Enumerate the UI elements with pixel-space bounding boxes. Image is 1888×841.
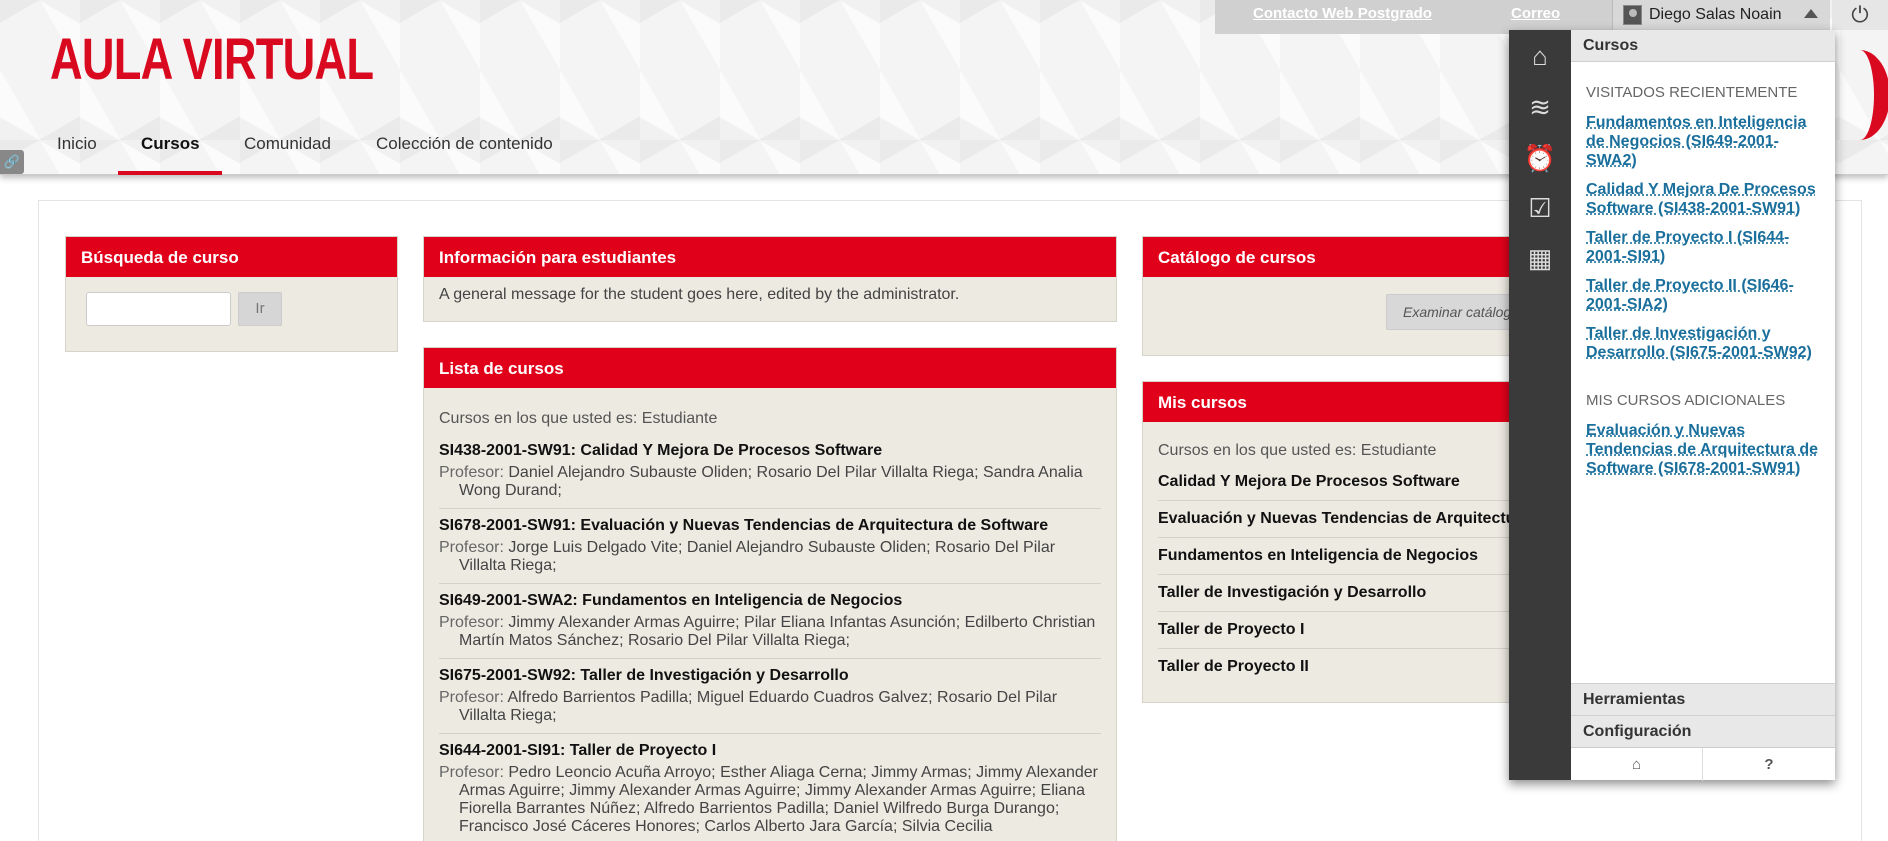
info-message: A general message for the student goes h… <box>439 286 960 303</box>
role-text: Cursos en los que usted es: Estudiante <box>1158 442 1437 459</box>
module-title: Búsqueda de curso <box>66 237 397 277</box>
module-title: Catálogo de cursos <box>1143 237 1561 277</box>
recent-course-link[interactable]: Taller de Proyecto II (SI646-2001-SIA2) <box>1571 276 1835 314</box>
recent-section-label: VISITADOS RECIENTEMENTE <box>1586 84 1798 101</box>
avatar <box>1623 5 1642 25</box>
additional-section-label: MIS CURSOS ADICIONALES <box>1586 392 1786 409</box>
module-title: Mis cursos <box>1143 382 1561 422</box>
institution-icon[interactable]: ⌂ <box>1571 748 1703 781</box>
partial-red-logo <box>1830 50 1888 140</box>
activity-stream-icon[interactable]: ≋ <box>1523 91 1557 123</box>
course-professors: Profesor: Daniel Alejandro Subauste Olid… <box>439 464 1083 499</box>
my-course-link[interactable]: Taller de Investigación y Desarrollo <box>1158 575 1546 612</box>
home-bb-icon[interactable]: ⌂ <box>1523 40 1557 72</box>
module-title: Lista de cursos <box>424 348 1116 388</box>
user-dropdown-panel: ⌂ ≋ ⏰ ☑ ▦ Cursos VISITADOS RECIENTEMENTE… <box>1509 30 1835 781</box>
search-go-button[interactable]: Ir <box>238 292 282 326</box>
link-icon[interactable]: 🔗 <box>0 150 24 174</box>
recent-course-link[interactable]: Taller de Proyecto I (SI644-2001-SI91) <box>1571 228 1835 266</box>
course-link[interactable]: SI438-2001-SW91: Calidad Y Mejora De Pro… <box>439 442 1101 460</box>
course-link[interactable]: SI675-2001-SW92: Taller de Investigación… <box>439 667 1101 685</box>
module-title: Información para estudiantes <box>424 237 1116 277</box>
course-entries: SI438-2001-SW91: Calidad Y Mejora De Pro… <box>439 434 1101 841</box>
course-entry: SI644-2001-SI91: Taller de Proyecto I Pr… <box>439 734 1101 841</box>
recent-course-link[interactable]: Fundamentos en Inteligencia de Negocios … <box>1571 113 1835 170</box>
menu-header-cursos[interactable]: Cursos <box>1571 30 1835 62</box>
courses-menu: Cursos VISITADOS RECIENTEMENTE Fundament… <box>1571 30 1835 781</box>
course-entry: SI649-2001-SWA2: Fundamentos en Intelige… <box>439 584 1101 659</box>
my-course-link[interactable]: Evaluación y Nuevas Tendencias de Arquit… <box>1158 501 1546 538</box>
active-tab-indicator <box>118 171 222 175</box>
menu-settings[interactable]: Configuración <box>1571 715 1835 747</box>
course-search-input[interactable] <box>86 292 231 326</box>
user-name: Diego Salas Noain <box>1649 6 1782 23</box>
tab-inicio[interactable]: Inicio <box>57 134 97 154</box>
menu-bottom-bar: ⌂ ? <box>1571 747 1835 781</box>
course-link[interactable]: SI678-2001-SW91: Evaluación y Nuevas Ten… <box>439 517 1101 535</box>
recent-courses-list: Fundamentos en Inteligencia de Negocios … <box>1571 113 1835 362</box>
menu-tools[interactable]: Herramientas <box>1571 683 1835 715</box>
alarm-clock-icon[interactable]: ⏰ <box>1523 142 1557 174</box>
additional-course-link[interactable]: Evaluación y Nuevas Tendencias de Arquit… <box>1571 421 1835 478</box>
course-link[interactable]: SI649-2001-SWA2: Fundamentos en Intelige… <box>439 592 1101 610</box>
course-professors: Profesor: Jimmy Alexander Armas Aguirre;… <box>439 614 1096 649</box>
my-courses-module: Mis cursos Cursos en los que usted es: E… <box>1142 381 1562 703</box>
role-text: Cursos en los que usted es: Estudiante <box>439 410 718 427</box>
student-info-module: Información para estudiantes A general m… <box>423 236 1117 322</box>
my-course-link[interactable]: Calidad Y Mejora De Procesos Software <box>1158 464 1546 501</box>
course-professors: Profesor: Alfredo Barrientos Padilla; Mi… <box>439 689 1058 724</box>
tab-cursos[interactable]: Cursos <box>141 134 200 154</box>
recent-course-link[interactable]: Taller de Investigación y Desarrollo (SI… <box>1571 324 1835 362</box>
logout-power-icon[interactable]: ⏻ <box>1832 0 1888 30</box>
my-course-link[interactable]: Fundamentos en Inteligencia de Negocios <box>1158 538 1546 575</box>
logo[interactable]: AULA VIRTUAL <box>50 26 374 93</box>
course-search-module: Búsqueda de curso Ir <box>65 236 398 352</box>
calendar-icon[interactable]: ▦ <box>1523 242 1557 274</box>
course-entry: SI678-2001-SW91: Evaluación y Nuevas Ten… <box>439 509 1101 584</box>
top-links-bar: Contacto Web Postgrado Correo <box>1215 0 1615 34</box>
course-link[interactable]: SI644-2001-SI91: Taller de Proyecto I <box>439 742 1101 760</box>
course-professors: Profesor: Pedro Leoncio Acuña Arroyo; Es… <box>439 764 1098 835</box>
course-entry: SI438-2001-SW91: Calidad Y Mejora De Pro… <box>439 434 1101 509</box>
course-professors: Profesor: Jorge Luis Delgado Vite; Danie… <box>439 539 1056 574</box>
tab-comunidad[interactable]: Comunidad <box>244 134 331 154</box>
help-icon[interactable]: ? <box>1703 748 1835 781</box>
caret-up-icon <box>1804 9 1818 18</box>
icon-rail: ⌂ ≋ ⏰ ☑ ▦ <box>1509 30 1571 780</box>
tasks-check-icon[interactable]: ☑ <box>1523 192 1557 224</box>
course-catalog-module: Catálogo de cursos Examinar catálogo <box>1142 236 1562 356</box>
correo-link[interactable]: Correo <box>1511 5 1560 22</box>
contacto-link[interactable]: Contacto Web Postgrado <box>1253 5 1432 22</box>
user-menu-toggle[interactable]: Diego Salas Noain <box>1612 0 1830 30</box>
tab-coleccion[interactable]: Colección de contenido <box>376 134 553 154</box>
my-course-link[interactable]: Taller de Proyecto II <box>1158 649 1546 685</box>
recent-course-link[interactable]: Calidad Y Mejora De Procesos Software (S… <box>1571 180 1835 218</box>
my-course-link[interactable]: Taller de Proyecto I <box>1158 612 1546 649</box>
course-list-module: Lista de cursos Cursos en los que usted … <box>423 347 1117 841</box>
course-entry: SI675-2001-SW92: Taller de Investigación… <box>439 659 1101 734</box>
additional-courses-list: Evaluación y Nuevas Tendencias de Arquit… <box>1571 421 1835 478</box>
